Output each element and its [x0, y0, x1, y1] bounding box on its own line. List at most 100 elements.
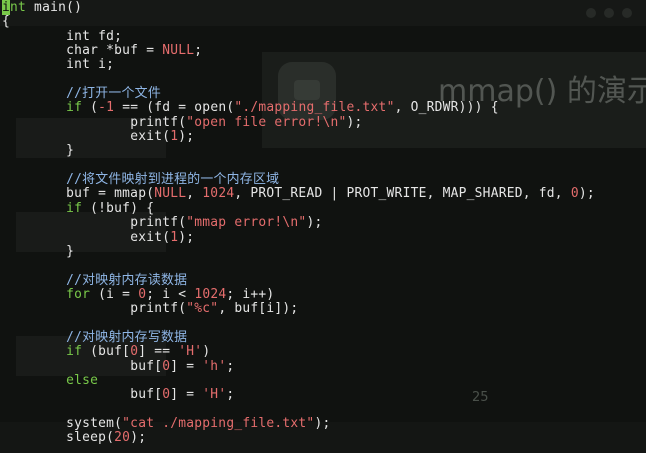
code-token-plain: ,	[186, 186, 203, 202]
code-line[interactable]: }	[2, 243, 595, 259]
code-line[interactable]: buf[0] = 'H';	[2, 388, 595, 402]
code-token-plain: }	[2, 243, 75, 259]
code-token-plain: );	[130, 430, 147, 446]
code-token-plain: buf[	[130, 358, 163, 374]
code-token-string: "%c"	[186, 301, 219, 317]
code-token-string: 'h'	[202, 358, 227, 374]
code-token-number: 0	[570, 186, 579, 202]
code-token-plain: *buf =	[98, 43, 163, 59]
code-line[interactable]: //打开一个文件	[2, 86, 595, 102]
code-line[interactable]: else	[2, 373, 595, 388]
code-token-number: 20	[114, 430, 131, 446]
code-token-string: 'H'	[202, 387, 227, 403]
code-token-plain: {	[2, 14, 11, 30]
code-line[interactable]	[2, 317, 595, 331]
code-token-plain: , O_RDWR))) {	[394, 100, 499, 116]
code-line[interactable]: system("cat ./mapping_file.txt");	[2, 415, 595, 431]
code-line[interactable]: exit(1);	[2, 229, 595, 245]
code-line[interactable]: //对映射内存读数据	[2, 272, 595, 288]
code-token-comment: //对映射内存读数据	[66, 272, 188, 288]
code-token-plain: sleep(	[66, 430, 115, 446]
code-line[interactable]	[2, 73, 595, 87]
code-editor[interactable]: int main(){ int fd; char *buf = NULL; in…	[2, 0, 595, 446]
code-token-plain: )	[202, 344, 211, 360]
code-token-plain: );	[314, 415, 331, 431]
code-token-plain: );	[178, 129, 195, 145]
code-line[interactable]: buf = mmap(NULL, 1024, PROT_READ | PROT_…	[2, 187, 595, 201]
code-line[interactable]: {	[2, 15, 595, 29]
code-line[interactable]: printf("open file error!\n");	[2, 114, 595, 130]
code-token-plain: main()	[26, 0, 83, 15]
code-token-plain: system(	[66, 415, 123, 431]
text-cursor: i	[2, 0, 11, 15]
code-token-comment: //打开一个文件	[66, 86, 161, 102]
code-line[interactable]: printf("mmap error!\n");	[2, 215, 595, 231]
code-line[interactable]: int fd;	[2, 28, 595, 44]
code-token-plain: (	[82, 100, 99, 116]
code-token-plain: );	[306, 215, 323, 231]
code-token-plain: ] ==	[138, 344, 179, 360]
code-token-keyword: if	[66, 344, 83, 360]
code-token-string: "cat ./mapping_file.txt"	[122, 415, 315, 431]
code-token-plain: fd;	[90, 28, 123, 44]
code-line[interactable]: sleep(20);	[2, 431, 595, 445]
code-line[interactable]: exit(1);	[2, 129, 595, 145]
code-token-plain: exit(	[130, 229, 171, 245]
code-line[interactable]: int i;	[2, 58, 595, 72]
code-token-keyword: for	[66, 286, 91, 302]
code-token-plain: printf(	[130, 301, 187, 317]
code-token-plain: buf[	[130, 387, 163, 403]
code-token-plain: == (fd = open(	[114, 100, 235, 116]
code-line[interactable]: if (buf[0] == 'H')	[2, 345, 595, 359]
code-token-string: "./mapping_file.txt"	[234, 100, 395, 116]
code-token-const: NULL	[162, 43, 195, 59]
code-token-number: 1024	[194, 286, 227, 302]
code-token-plain: (buf[	[82, 344, 131, 360]
code-token-plain: buf = mmap(	[66, 186, 155, 202]
code-token-plain: ; i++)	[226, 286, 275, 302]
code-token-plain: ;	[226, 358, 235, 374]
code-token-keyword: if	[66, 100, 83, 116]
terminal-screen: mmap() 的演示 25 int main(){ int fd; char *…	[0, 0, 646, 453]
code-line[interactable]: for (i = 0; i < 1024; i++)	[2, 286, 595, 302]
code-line[interactable]	[2, 159, 595, 173]
code-line[interactable]: printf("%c", buf[i]);	[2, 302, 595, 316]
code-line[interactable]: buf[0] = 'h';	[2, 358, 595, 374]
code-token-plain: ; i <	[146, 286, 195, 302]
code-line[interactable]: if (-1 == (fd = open("./mapping_file.txt…	[2, 101, 595, 115]
code-token-plain: printf(	[130, 114, 187, 130]
background-window-button	[622, 8, 632, 18]
code-line[interactable]: //对映射内存写数据	[2, 330, 595, 345]
code-token-plain: printf(	[130, 215, 187, 231]
code-token-plain: }	[2, 143, 75, 159]
code-token-plain: , PROT_READ | PROT_WRITE, MAP_SHARED, fd…	[234, 186, 571, 202]
code-line[interactable]: //将文件映射到进程的一个内存区域	[2, 172, 595, 187]
code-line[interactable]	[2, 259, 595, 273]
code-token-plain: ;	[226, 387, 235, 403]
code-token-string: "open file error!\n"	[186, 114, 347, 130]
code-line[interactable]: if (!buf) {	[2, 201, 595, 216]
code-token-plain: );	[178, 229, 195, 245]
code-line[interactable]: }	[2, 144, 595, 158]
code-line[interactable]: char *buf = NULL;	[2, 43, 595, 59]
code-token-plain: ] =	[170, 358, 203, 374]
code-line[interactable]: int main()	[2, 0, 595, 15]
code-line[interactable]	[2, 403, 595, 417]
code-token-const: NULL	[154, 186, 187, 202]
